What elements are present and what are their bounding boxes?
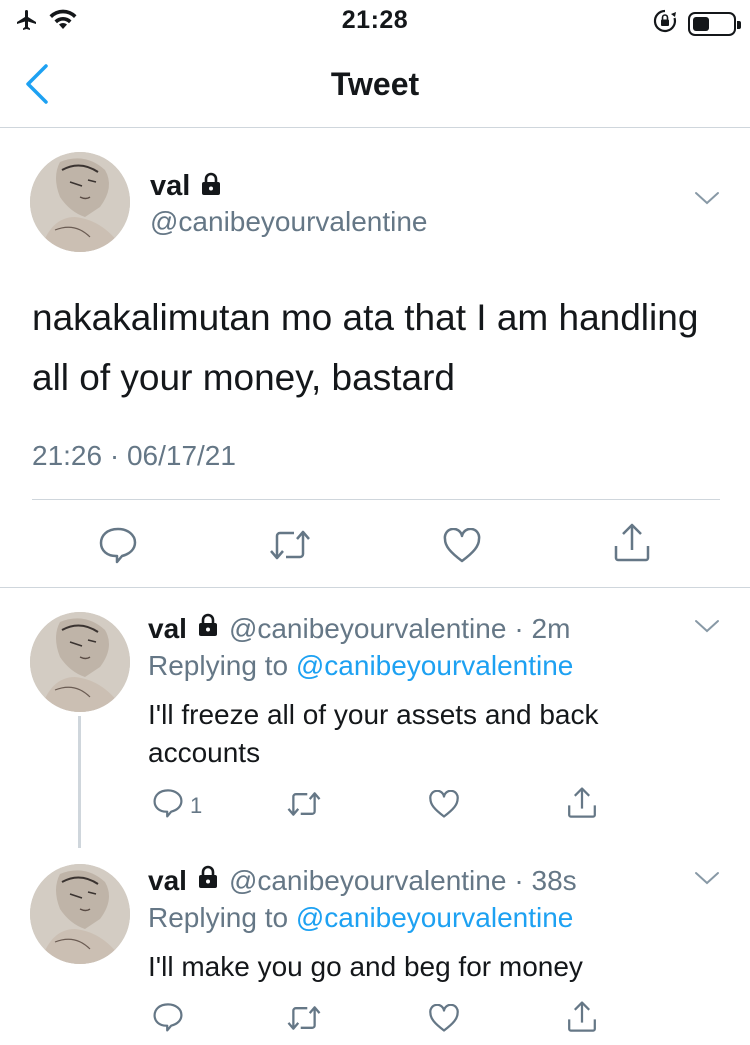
share-icon (612, 522, 652, 569)
retweet-button[interactable] (286, 1004, 322, 1037)
share-icon (566, 1000, 598, 1039)
like-button[interactable] (442, 527, 482, 569)
status-time: 21:28 (341, 6, 409, 34)
reply-tweet[interactable]: val @canibeyourvalentine · 2m Replying t… (0, 588, 750, 848)
author-name[interactable]: val (148, 865, 187, 897)
reply-text: I'll make you go and beg for money (148, 951, 583, 982)
reply-text: I'll freeze all of your assets and back … (148, 699, 599, 768)
author-handle[interactable]: @canibeyourvalentine (229, 613, 506, 645)
battery-tip (737, 20, 741, 29)
share-button[interactable] (566, 786, 598, 825)
reply-count: 1 (190, 792, 203, 818)
reply-icon (152, 1002, 184, 1037)
retweet-button[interactable] (286, 790, 322, 823)
author-name-row: val (150, 170, 224, 203)
avatar[interactable] (30, 612, 130, 712)
retweet-icon (286, 1004, 322, 1037)
tweet-actions (0, 500, 750, 588)
lock-icon (195, 612, 221, 645)
reply-icon (152, 788, 184, 823)
replying-to-link[interactable]: @canibeyourvalentine (296, 902, 573, 933)
reply-button[interactable] (98, 526, 138, 569)
reply-time: · 2m (514, 612, 571, 644)
like-button[interactable] (428, 789, 460, 824)
reply-tweet[interactable]: val @canibeyourvalentine · 38s Replying … (0, 840, 750, 1045)
replying-prefix: Replying to (148, 902, 296, 933)
share-button[interactable] (566, 1000, 598, 1039)
navigation-bar: Tweet (0, 44, 750, 128)
lock-icon (198, 171, 224, 202)
battery-fill (693, 16, 709, 31)
like-icon (428, 789, 460, 824)
reply-icon (98, 526, 138, 569)
status-right (652, 8, 741, 39)
lock-icon (195, 864, 221, 897)
orientation-lock-icon (652, 8, 678, 39)
avatar[interactable] (30, 864, 130, 964)
retweet-button[interactable] (268, 528, 312, 567)
battery-icon (688, 11, 741, 36)
reply-header: val @canibeyourvalentine · 2m (148, 612, 570, 645)
retweet-icon (268, 528, 312, 567)
reply-button[interactable]: 1 (152, 788, 202, 823)
share-icon (566, 786, 598, 825)
tweet-text: nakakalimutan mo ata that I am handling … (32, 297, 699, 398)
author-handle[interactable]: @canibeyourvalentine (229, 865, 506, 897)
thread-line (78, 716, 81, 848)
main-tweet: val @canibeyourvalentine nakakalimutan m… (0, 128, 750, 588)
replying-to: Replying to @canibeyourvalentine (148, 902, 573, 934)
like-button[interactable] (428, 1003, 460, 1038)
reply-header: val @canibeyourvalentine · 38s (148, 864, 577, 897)
replying-to-link[interactable]: @canibeyourvalentine (296, 650, 573, 681)
avatar[interactable] (30, 152, 130, 252)
replying-to: Replying to @canibeyourvalentine (148, 650, 573, 682)
status-bar: 21:28 (0, 0, 750, 40)
reply-button[interactable] (152, 1002, 184, 1037)
like-icon (442, 527, 482, 569)
retweet-icon (286, 790, 322, 823)
replying-prefix: Replying to (148, 650, 296, 681)
share-button[interactable] (612, 522, 652, 569)
reply-time: · 38s (514, 864, 577, 896)
author-name[interactable]: val (148, 613, 187, 645)
chevron-down-icon[interactable] (694, 870, 720, 891)
like-icon (428, 1003, 460, 1038)
page-title: Tweet (330, 66, 420, 102)
chevron-down-icon[interactable] (694, 190, 720, 211)
chevron-down-icon[interactable] (694, 618, 720, 639)
tweet-timestamp[interactable]: 21:26 · 06/17/21 (32, 440, 236, 472)
author-name[interactable]: val (150, 170, 190, 203)
author-handle[interactable]: @canibeyourvalentine (150, 206, 427, 238)
